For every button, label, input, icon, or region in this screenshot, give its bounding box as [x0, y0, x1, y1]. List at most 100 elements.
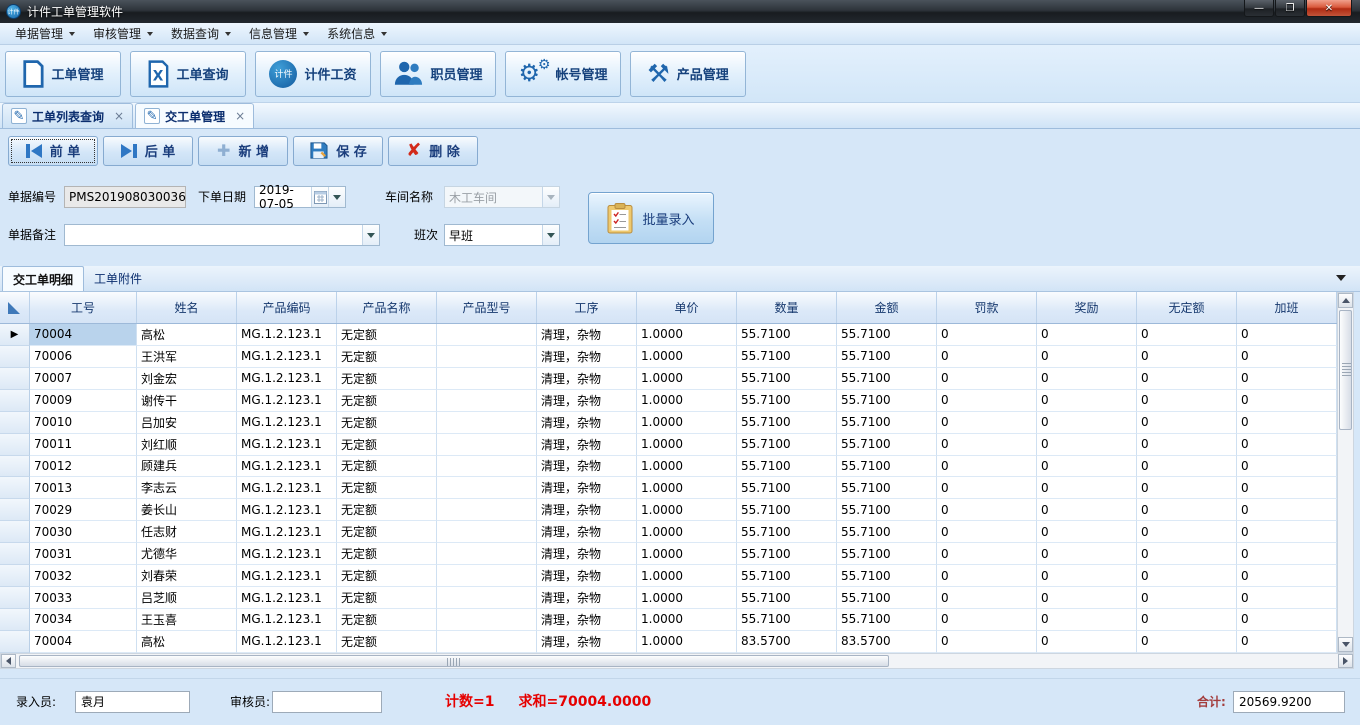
grid-cell[interactable]: 55.7100	[737, 521, 837, 543]
remark-combo[interactable]	[64, 224, 380, 246]
grid-cell[interactable]: 顾建兵	[137, 456, 237, 478]
grid-cell[interactable]	[437, 543, 537, 565]
grid-column-header[interactable]: 单价	[637, 292, 737, 323]
grid-cell[interactable]: 70029	[30, 499, 137, 521]
grid-cell[interactable]: 0	[1037, 390, 1137, 412]
grid-cell[interactable]: 0	[937, 499, 1037, 521]
grid-cell[interactable]: 0	[1037, 609, 1137, 631]
grid-cell[interactable]: 55.7100	[837, 368, 937, 390]
grid-cell[interactable]: 55.7100	[837, 346, 937, 368]
grid-cell[interactable]: 谢传干	[137, 390, 237, 412]
grid-column-header[interactable]: 工号	[30, 292, 137, 323]
grid-cell[interactable]: 0	[937, 324, 1037, 346]
grid-cell[interactable]: MG.1.2.123.1	[237, 456, 337, 478]
grid-cell[interactable]: MG.1.2.123.1	[237, 346, 337, 368]
order-date-field[interactable]: 2019-07-05	[254, 186, 346, 208]
grid-cell[interactable]: 0	[1137, 412, 1237, 434]
grid-cell[interactable]: 55.7100	[737, 346, 837, 368]
grid-cell[interactable]: 1.0000	[637, 456, 737, 478]
grid-column-header[interactable]: 工序	[537, 292, 637, 323]
grid-cell[interactable]	[437, 346, 537, 368]
grid-cell[interactable]: 清理，杂物	[537, 565, 637, 587]
grid-cell[interactable]: 55.7100	[737, 368, 837, 390]
grid-column-header[interactable]: 姓名	[137, 292, 237, 323]
grid-cell[interactable]: 0	[1137, 521, 1237, 543]
grid-cell[interactable]: 无定额	[337, 565, 437, 587]
grid-cell[interactable]: 0	[1237, 324, 1337, 346]
scroll-down-button[interactable]	[1338, 637, 1353, 652]
grid-cell[interactable]: 0	[937, 390, 1037, 412]
grid-cell[interactable]: 0	[937, 434, 1037, 456]
grid-cell[interactable]: 任志财	[137, 521, 237, 543]
grid-cell[interactable]: 55.7100	[737, 434, 837, 456]
grid-cell[interactable]: 无定额	[337, 499, 437, 521]
grid-cell[interactable]: 清理，杂物	[537, 543, 637, 565]
vertical-scroll-thumb[interactable]	[1339, 310, 1352, 430]
scroll-right-button[interactable]	[1338, 654, 1353, 668]
grid-cell[interactable]: 1.0000	[637, 631, 737, 653]
grid-cell[interactable]: 55.7100	[737, 456, 837, 478]
grid-cell[interactable]: 0	[1237, 368, 1337, 390]
grid-cell[interactable]: 0	[1237, 456, 1337, 478]
grid-cell[interactable]: 0	[1037, 521, 1137, 543]
grid-cell[interactable]: 0	[1237, 565, 1337, 587]
grid-cell[interactable]	[437, 324, 537, 346]
dropdown-button[interactable]	[542, 225, 559, 245]
row-selector[interactable]	[0, 477, 30, 499]
grid-cell[interactable]: 1.0000	[637, 368, 737, 390]
menu-item-info-management[interactable]: 信息管理	[240, 24, 318, 44]
row-selector[interactable]	[0, 390, 30, 412]
row-selector[interactable]	[0, 499, 30, 521]
grid-cell[interactable]: 刘春荣	[137, 565, 237, 587]
grid-cell[interactable]	[437, 434, 537, 456]
grid-cell[interactable]	[437, 631, 537, 653]
grid-cell[interactable]: MG.1.2.123.1	[237, 565, 337, 587]
grid-cell[interactable]: 0	[1237, 543, 1337, 565]
tab-delivery-detail[interactable]: 交工单明细	[2, 266, 84, 291]
grid-cell[interactable]: 无定额	[337, 390, 437, 412]
scroll-left-button[interactable]	[1, 654, 16, 668]
grid-cell[interactable]: 刘金宏	[137, 368, 237, 390]
select-all-corner[interactable]	[0, 292, 30, 323]
grid-cell[interactable]: 70032	[30, 565, 137, 587]
row-selector[interactable]: ▶	[0, 324, 30, 346]
titlebar[interactable]: 计件 计件工单管理软件 — ❐ ✕	[0, 0, 1360, 23]
grid-cell[interactable]: 0	[1037, 477, 1137, 499]
grid-cell[interactable]: 1.0000	[637, 477, 737, 499]
grid-cell[interactable]: 0	[1137, 587, 1237, 609]
grid-cell[interactable]: 70006	[30, 346, 137, 368]
grid-cell[interactable]: 55.7100	[737, 587, 837, 609]
grid-cell[interactable]: 70033	[30, 587, 137, 609]
grid-cell[interactable]: 无定额	[337, 412, 437, 434]
grid-cell[interactable]: 无定额	[337, 456, 437, 478]
grid-cell[interactable]: 70009	[30, 390, 137, 412]
grid-cell[interactable]: 55.7100	[737, 324, 837, 346]
previous-bill-button[interactable]: 前 单	[8, 136, 98, 166]
grid-cell[interactable]: 1.0000	[637, 609, 737, 631]
row-selector[interactable]	[0, 368, 30, 390]
grid-cell[interactable]: 清理，杂物	[537, 434, 637, 456]
grid-cell[interactable]: 55.7100	[837, 477, 937, 499]
grid-cell[interactable]: 55.7100	[737, 412, 837, 434]
grid-cell[interactable]: 无定额	[337, 346, 437, 368]
menu-item-bill-management[interactable]: 单据管理	[6, 24, 84, 44]
grid-cell[interactable]: 无定额	[337, 543, 437, 565]
date-dropdown-button[interactable]	[328, 187, 345, 207]
grid-cell[interactable]: 0	[937, 368, 1037, 390]
grid-column-header[interactable]: 数量	[737, 292, 837, 323]
grid-cell[interactable]: 0	[1237, 499, 1337, 521]
grid-cell[interactable]: 0	[937, 456, 1037, 478]
grid-cell[interactable]: 0	[1137, 543, 1237, 565]
grid-cell[interactable]: MG.1.2.123.1	[237, 477, 337, 499]
grid-cell[interactable]: 0	[1037, 499, 1137, 521]
grid-cell[interactable]: MG.1.2.123.1	[237, 609, 337, 631]
grid-cell[interactable]: 0	[1137, 368, 1237, 390]
grid-cell[interactable]: 0	[1237, 346, 1337, 368]
save-button[interactable]: 保 存	[293, 136, 383, 166]
grid-cell[interactable]: 0	[1137, 456, 1237, 478]
menu-item-system-info[interactable]: 系统信息	[318, 24, 396, 44]
grid-cell[interactable]: 清理，杂物	[537, 368, 637, 390]
menu-item-data-query[interactable]: 数据查询	[162, 24, 240, 44]
close-tab-icon[interactable]: ×	[114, 109, 124, 123]
grid-cell[interactable]: 王玉喜	[137, 609, 237, 631]
